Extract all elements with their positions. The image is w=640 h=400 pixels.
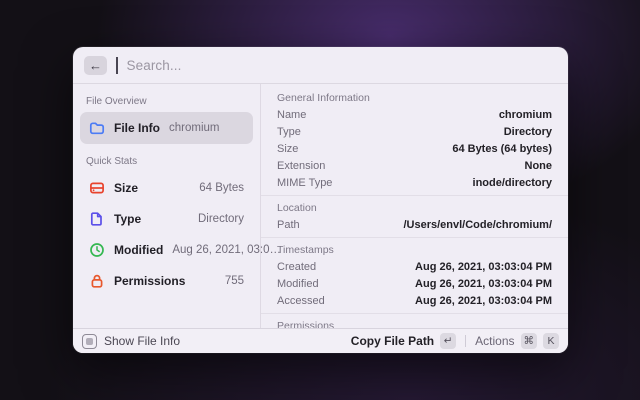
stat-row-modified[interactable]: Modified Aug 26, 2021, 03:0… [80, 234, 281, 265]
search-input[interactable]: Search... [127, 58, 182, 73]
detail-label: Path [277, 218, 300, 231]
file-icon [90, 211, 102, 226]
section-divider [261, 313, 568, 314]
back-button[interactable]: ← [84, 55, 107, 75]
detail-value: inode/directory [472, 176, 552, 189]
detail-row-mime-type: MIME Type inode/directory [261, 174, 568, 191]
copy-file-path-button[interactable]: Copy File Path [351, 334, 434, 348]
detail-row-modified: Modified Aug 26, 2021, 03:03:04 PM [261, 275, 568, 292]
section-divider [261, 237, 568, 238]
lock-icon [91, 274, 103, 288]
detail-label: Extension [277, 159, 326, 172]
section-title-permissions: Permissions [277, 319, 335, 329]
section-title-location: Location [277, 201, 317, 214]
detail-panel: General Information Name chromium Type D… [261, 84, 568, 328]
detail-value: 64 Bytes (64 bytes) [452, 142, 552, 155]
action-bar: Show File Info Copy File Path ↵ Actions … [73, 328, 568, 353]
stat-label: Permissions [114, 273, 186, 288]
stat-label: Size [114, 180, 139, 195]
stat-label: Type [114, 211, 142, 226]
detail-value: /Users/envl/Code/chromium/ [403, 218, 552, 231]
sidebar-item-value: chromium [169, 122, 220, 134]
detail-value: Aug 26, 2021, 03:03:04 PM [415, 260, 552, 273]
stat-label: Modified [114, 242, 164, 257]
stat-value: 755 [224, 274, 244, 287]
sidebar-section-quick-stats: Quick Stats [86, 156, 138, 167]
content-area: File Overview File Info chromium Quick S… [73, 84, 568, 328]
detail-value: None [524, 159, 553, 172]
detail-label: Name [277, 108, 307, 121]
enter-key-icon: ↵ [440, 333, 457, 349]
detail-row-type: Type Directory [261, 123, 568, 140]
detail-label: Modified [277, 277, 319, 290]
detail-row-created: Created Aug 26, 2021, 03:03:04 PM [261, 258, 568, 275]
footer-actions: Copy File Path ↵ Actions ⌘ K [351, 333, 559, 349]
detail-label: Type [277, 125, 301, 138]
launcher-window: ← Search... File Overview File Info chro… [73, 47, 568, 353]
search-bar: ← Search... [73, 47, 568, 84]
footer-command-label: Show File Info [104, 334, 181, 348]
stat-row-permissions[interactable]: Permissions 755 [80, 265, 253, 296]
detail-value: Directory [503, 125, 552, 138]
command-key-icon: ⌘ [520, 333, 537, 349]
section-title-timestamps: Timestamps [277, 243, 334, 256]
text-caret [116, 56, 118, 74]
detail-value: Aug 26, 2021, 03:03:04 PM [415, 294, 552, 307]
detail-row-extension: Extension None [261, 157, 568, 174]
sidebar-item-label: File Info [114, 121, 160, 135]
detail-row-name: Name chromium [261, 106, 568, 123]
sidebar-section-file-overview: File Overview [86, 96, 147, 107]
k-key-icon: K [543, 333, 559, 349]
sidebar-item-file-info[interactable]: File Info chromium [80, 112, 253, 144]
folder-icon [89, 122, 105, 135]
detail-value: chromium [498, 108, 552, 121]
footer-divider [465, 335, 467, 347]
stat-row-type[interactable]: Type Directory [80, 203, 253, 234]
detail-row-accessed: Accessed Aug 26, 2021, 03:03:04 PM [261, 292, 568, 309]
detail-row-path: Path /Users/envl/Code/chromium/ [261, 216, 568, 233]
clock-icon [90, 242, 104, 257]
stat-value: Directory [197, 212, 244, 225]
arrow-left-icon: ← [89, 57, 102, 73]
stat-value: 64 Bytes [199, 181, 244, 194]
section-divider [261, 195, 568, 196]
stat-row-size[interactable]: Size 64 Bytes [80, 172, 253, 203]
detail-label: MIME Type [277, 176, 333, 189]
detail-label: Size [277, 142, 299, 155]
sidebar: File Overview File Info chromium Quick S… [73, 84, 281, 328]
detail-row-size: Size 64 Bytes (64 bytes) [261, 140, 568, 157]
detail-label: Accessed [277, 294, 325, 307]
drive-icon [90, 182, 104, 193]
section-title-general-information: General Information [277, 91, 370, 104]
detail-label: Created [277, 260, 317, 273]
actions-button[interactable]: Actions [475, 334, 514, 348]
extension-icon [82, 333, 97, 349]
detail-value: Aug 26, 2021, 03:03:04 PM [415, 277, 552, 290]
